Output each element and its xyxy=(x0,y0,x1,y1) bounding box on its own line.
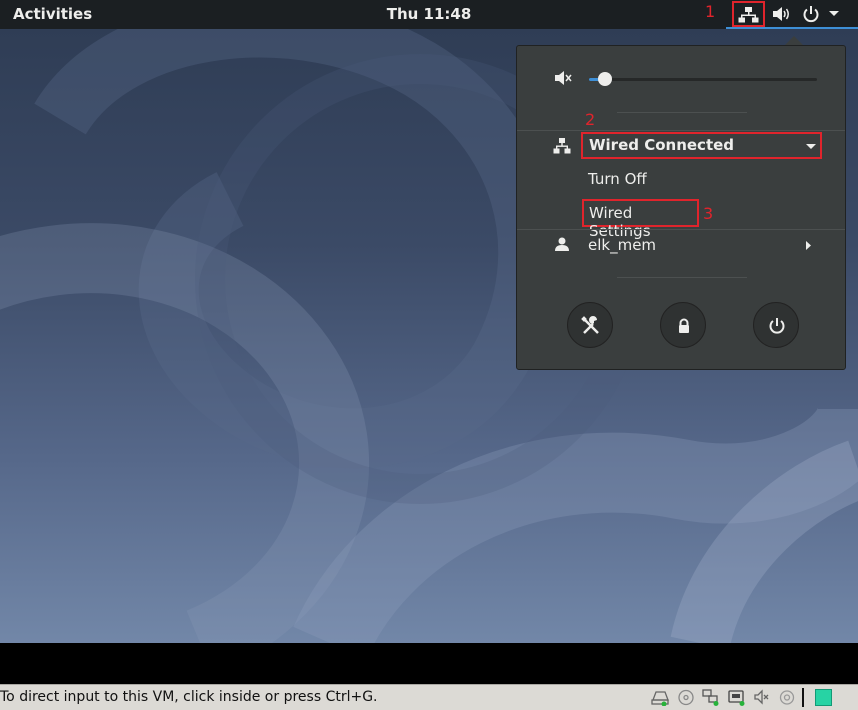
lock-button[interactable] xyxy=(660,302,706,348)
settings-icon xyxy=(581,316,599,334)
cd-drive-icon[interactable] xyxy=(677,689,695,706)
hard-disk-icon[interactable] xyxy=(651,689,669,706)
wired-network-icon xyxy=(738,7,759,23)
vm-notification-icon[interactable] xyxy=(815,689,832,706)
status-divider xyxy=(802,688,804,707)
volume-slider-handle[interactable] xyxy=(598,72,612,86)
wired-connected-menu-item[interactable]: Wired Connected xyxy=(581,132,822,159)
network-indicator[interactable] xyxy=(732,1,765,27)
display-icon[interactable] xyxy=(779,689,797,706)
annotation-step-1: 1 xyxy=(705,2,716,21)
separator xyxy=(517,130,845,131)
volume-slider[interactable] xyxy=(589,72,817,86)
chevron-down-icon xyxy=(806,144,816,149)
separator xyxy=(617,112,747,113)
volume-muted-icon xyxy=(555,71,572,85)
separator xyxy=(617,277,747,278)
power-off-button[interactable] xyxy=(753,302,799,348)
wired-settings-label: Wired Settings xyxy=(589,204,651,240)
vm-status-message: To direct input to this VM, click inside… xyxy=(0,689,378,705)
chevron-down-icon[interactable] xyxy=(828,10,840,18)
wired-network-icon xyxy=(553,138,571,154)
user-menu-item[interactable]: elk_mem xyxy=(588,236,656,254)
wired-settings-item[interactable]: Wired Settings xyxy=(582,199,699,240)
chevron-right-icon[interactable] xyxy=(805,240,812,251)
system-menu: 2 Wired Connected Turn Off Wired Setting… xyxy=(516,45,846,370)
usb-device-icon[interactable] xyxy=(728,689,746,706)
volume-icon[interactable] xyxy=(771,5,791,23)
vm-status-bar: To direct input to this VM, click inside… xyxy=(0,684,858,710)
activities-button[interactable]: Activities xyxy=(13,5,92,23)
annotation-step-2: 2 xyxy=(585,110,596,129)
turn-off-item[interactable]: Turn Off xyxy=(588,170,647,188)
clock-label[interactable]: Thu 11:48 xyxy=(387,5,472,23)
network-adapter-icon[interactable] xyxy=(702,689,720,706)
sound-card-icon[interactable] xyxy=(753,689,771,706)
separator xyxy=(517,229,845,230)
power-icon xyxy=(769,318,785,334)
settings-button[interactable] xyxy=(567,302,613,348)
annotation-step-3: 3 xyxy=(703,204,714,223)
user-icon xyxy=(555,237,569,251)
wired-connected-label: Wired Connected xyxy=(589,136,735,154)
top-bar: Activities Thu 11:48 xyxy=(0,0,858,29)
lock-icon xyxy=(679,318,689,333)
power-icon[interactable] xyxy=(802,5,820,23)
